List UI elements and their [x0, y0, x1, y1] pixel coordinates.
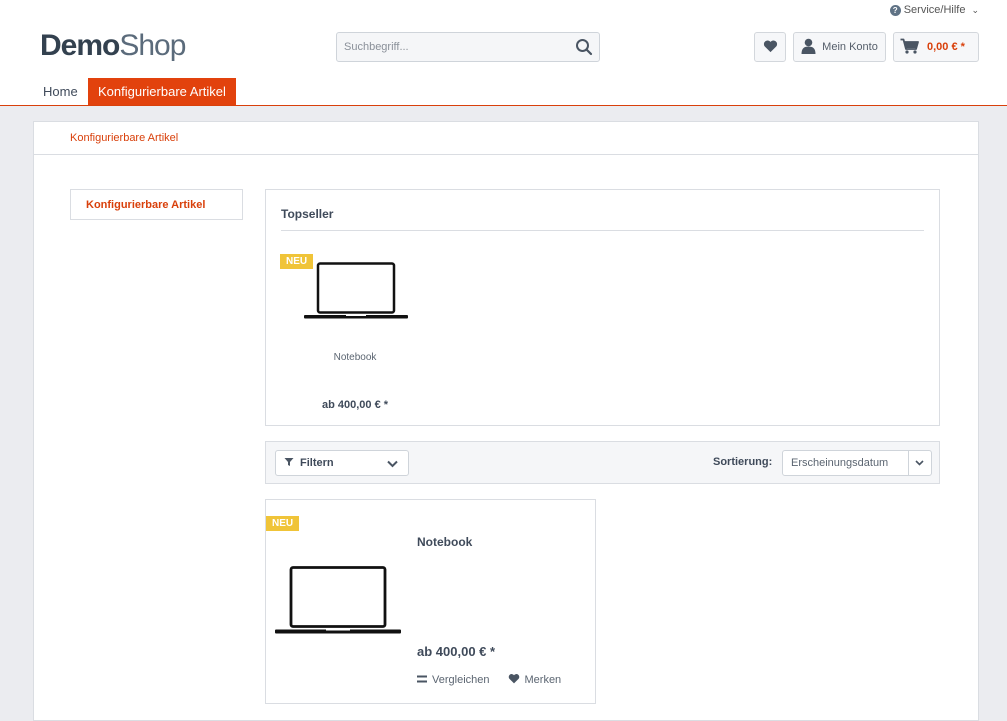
account-button[interactable]: Mein Konto — [793, 32, 886, 62]
account-label: Mein Konto — [822, 41, 878, 53]
topseller-box: Topseller NEU Notebook ab 400,00 € * — [265, 189, 940, 426]
nav-item-home[interactable]: Home — [33, 78, 88, 105]
product-price: ab 400,00 € * — [417, 644, 496, 659]
wishlist-button[interactable] — [754, 32, 786, 62]
chevron-down-icon — [914, 457, 925, 471]
filter-bar: Filtern Sortierung: Erscheinungsdatum — [265, 441, 940, 484]
laptop-icon[interactable] — [303, 262, 409, 327]
topseller-divider — [281, 230, 924, 231]
filter-button[interactable]: Filtern — [275, 450, 409, 476]
search-input[interactable]: Suchbegriff... — [336, 32, 600, 62]
remember-label: Merken — [524, 674, 562, 686]
cart-icon — [900, 38, 919, 57]
product-card[interactable]: NEU Notebook ab 400,00 € * Vergleichen M… — [265, 499, 596, 704]
filter-icon — [284, 457, 294, 470]
cart-button[interactable]: 0,00 € * — [893, 32, 979, 62]
topseller-product-price: ab 400,00 € * — [321, 399, 389, 411]
logo[interactable]: DemoShop — [40, 29, 186, 62]
breadcrumb-divider — [34, 154, 978, 155]
logo-bold: Demo — [40, 29, 120, 62]
select-divider — [908, 451, 909, 475]
remember-button[interactable]: Merken — [508, 673, 562, 687]
user-icon — [801, 38, 816, 57]
sort-select[interactable]: Erscheinungsdatum — [782, 450, 932, 476]
nav-item-konfigurierbare-artikel[interactable]: Konfigurierbare Artikel — [88, 78, 236, 105]
topseller-title: Topseller — [281, 207, 334, 221]
search-icon[interactable] — [569, 38, 599, 56]
question-icon: ? — [889, 4, 901, 16]
new-badge: NEU — [266, 516, 300, 531]
sort-label: Sortierung: — [713, 456, 773, 468]
chevron-down-icon: ⌄ — [971, 4, 979, 15]
sidebar-item-konfigurierbare-artikel[interactable]: Konfigurierbare Artikel — [70, 189, 243, 220]
chevron-down-icon — [386, 457, 399, 473]
product-actions: Vergleichen Merken — [417, 673, 561, 687]
compare-button[interactable]: Vergleichen — [417, 673, 490, 687]
compare-icon — [417, 674, 427, 687]
filter-label: Filtern — [300, 457, 334, 469]
cart-amount: 0,00 € * — [927, 41, 965, 53]
main-navigation: Home Konfigurierbare Artikel — [0, 78, 1007, 106]
search-placeholder: Suchbegriff... — [344, 41, 409, 53]
service-help-menu[interactable]: ? Service/Hilfe ⌄ — [889, 4, 979, 16]
heart-icon — [763, 39, 778, 56]
heart-icon — [508, 673, 520, 687]
logo-regular: Shop — [119, 29, 186, 62]
breadcrumb[interactable]: Konfigurierbare Artikel — [70, 132, 178, 144]
product-name[interactable]: Notebook — [417, 535, 472, 549]
laptop-icon[interactable] — [274, 566, 402, 641]
topseller-product-name[interactable]: Notebook — [280, 352, 430, 363]
service-help-label: Service/Hilfe — [903, 4, 966, 16]
compare-label: Vergleichen — [432, 674, 490, 686]
sort-value: Erscheinungsdatum — [791, 457, 889, 469]
